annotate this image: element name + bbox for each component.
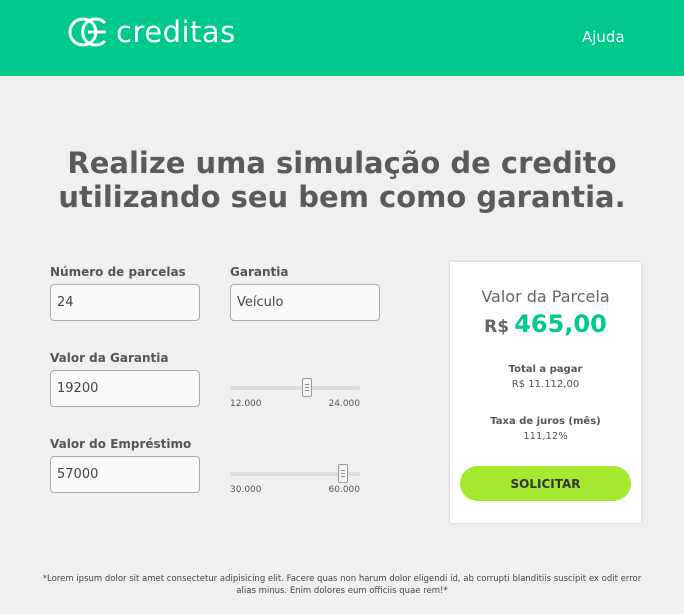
slider-max-label: 60.000 — [328, 485, 361, 495]
total-label: Total a pagar — [508, 364, 583, 375]
installment-summary-card: Valor da Parcela R$ 465,00 Total a pagar… — [450, 262, 641, 523]
slider-max-label: 24.000 — [328, 399, 361, 409]
slider-min-label: 12.000 — [230, 399, 262, 409]
installments-label: Número de parcelas — [50, 265, 186, 279]
slider-handle[interactable] — [338, 464, 348, 483]
footnote: *Lorem ipsum dolor sit amet consectetur … — [42, 574, 642, 596]
loan-value-label: Valor do Empréstimo — [50, 437, 192, 451]
collateral-label: Garantia — [230, 265, 289, 279]
slider-track[interactable] — [230, 386, 360, 390]
page-title-line-2: utilizando seu bem como garantia. — [58, 180, 626, 214]
installment-value: 465,00 — [514, 310, 607, 338]
slider-min-label: 30.000 — [230, 485, 262, 495]
installment-amount: R$ 465,00 — [450, 310, 641, 338]
top-header: creditas Ajuda — [0, 0, 684, 76]
currency-symbol: R$ — [484, 317, 510, 337]
collateral-value-input[interactable] — [50, 370, 200, 407]
solicitar-button[interactable]: SOLICITAR — [460, 466, 631, 501]
installment-title: Valor da Parcela — [481, 287, 610, 306]
total-value: R$ 11.112,00 — [511, 379, 580, 390]
loan-value-slider[interactable]: 30.000 60.000 — [230, 457, 360, 497]
page-title: Realize uma simulação de credito utiliza… — [0, 146, 684, 214]
rate-label: Taxa de juros (mês) — [490, 416, 601, 427]
help-link[interactable]: Ajuda — [582, 28, 625, 46]
collateral-value-label: Valor da Garantia — [50, 351, 169, 365]
installments-input[interactable] — [50, 284, 200, 321]
collateral-value-slider[interactable]: 12.000 24.000 — [230, 371, 360, 411]
slider-handle[interactable] — [302, 378, 312, 397]
page-title-line-1: Realize uma simulação de credito — [67, 146, 617, 180]
logo-wordmark: creditas — [116, 15, 236, 49]
loan-value-input[interactable] — [50, 456, 200, 493]
rate-value: 111,12% — [523, 431, 568, 442]
creditas-logo-icon — [68, 17, 107, 47]
collateral-input[interactable] — [230, 284, 380, 321]
creditas-logo[interactable]: creditas — [68, 14, 236, 50]
